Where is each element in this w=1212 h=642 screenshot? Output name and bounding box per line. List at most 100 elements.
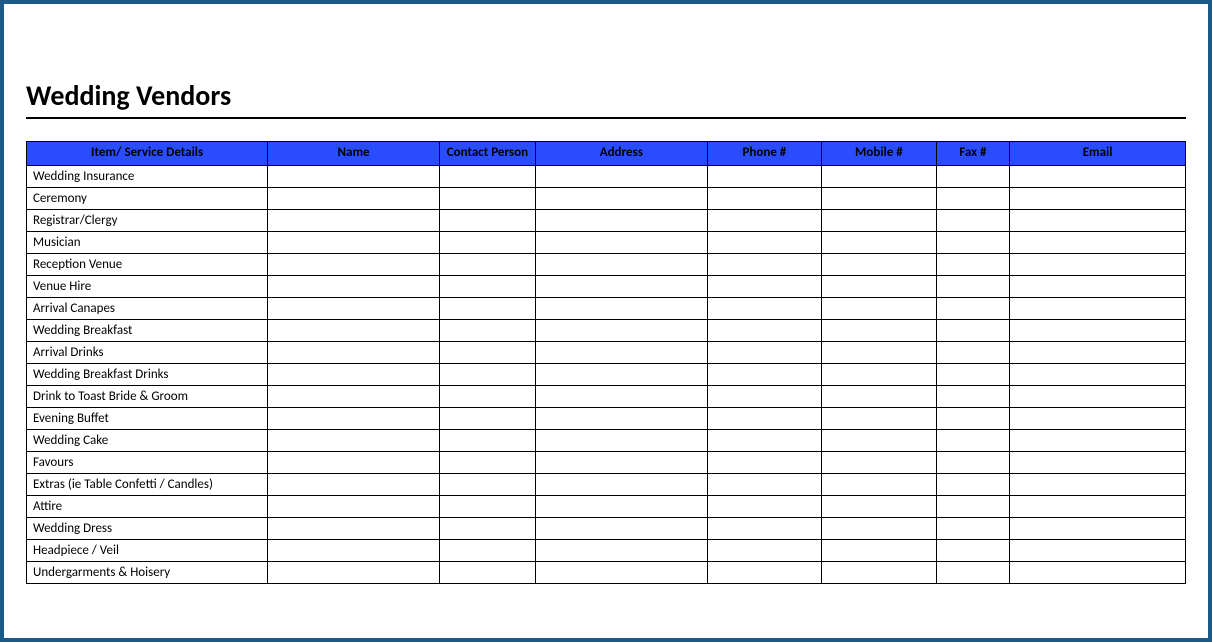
cell-item[interactable]: Registrar/Clergy [27,209,268,231]
cell-address[interactable] [535,253,707,275]
cell-email[interactable] [1010,341,1186,363]
cell-item[interactable]: Reception Venue [27,253,268,275]
cell-contact[interactable] [439,319,535,341]
cell-name[interactable] [268,209,440,231]
cell-item[interactable]: Wedding Breakfast [27,319,268,341]
cell-phone[interactable] [707,473,821,495]
cell-email[interactable] [1010,473,1186,495]
cell-mobile[interactable] [822,539,936,561]
cell-fax[interactable] [936,165,1010,187]
cell-fax[interactable] [936,253,1010,275]
cell-email[interactable] [1010,407,1186,429]
cell-fax[interactable] [936,451,1010,473]
cell-phone[interactable] [707,187,821,209]
cell-name[interactable] [268,341,440,363]
cell-fax[interactable] [936,231,1010,253]
cell-address[interactable] [535,495,707,517]
cell-email[interactable] [1010,539,1186,561]
cell-phone[interactable] [707,517,821,539]
cell-name[interactable] [268,407,440,429]
cell-address[interactable] [535,297,707,319]
cell-fax[interactable] [936,561,1010,583]
cell-fax[interactable] [936,297,1010,319]
cell-fax[interactable] [936,495,1010,517]
cell-address[interactable] [535,165,707,187]
cell-contact[interactable] [439,561,535,583]
cell-fax[interactable] [936,209,1010,231]
cell-name[interactable] [268,473,440,495]
cell-fax[interactable] [936,341,1010,363]
cell-address[interactable] [535,319,707,341]
cell-phone[interactable] [707,341,821,363]
cell-mobile[interactable] [822,253,936,275]
cell-mobile[interactable] [822,561,936,583]
cell-phone[interactable] [707,231,821,253]
cell-mobile[interactable] [822,495,936,517]
cell-fax[interactable] [936,473,1010,495]
cell-email[interactable] [1010,319,1186,341]
cell-address[interactable] [535,341,707,363]
cell-fax[interactable] [936,319,1010,341]
cell-address[interactable] [535,539,707,561]
cell-contact[interactable] [439,297,535,319]
cell-mobile[interactable] [822,451,936,473]
cell-contact[interactable] [439,517,535,539]
cell-mobile[interactable] [822,297,936,319]
cell-address[interactable] [535,363,707,385]
cell-phone[interactable] [707,297,821,319]
cell-phone[interactable] [707,165,821,187]
cell-fax[interactable] [936,187,1010,209]
cell-name[interactable] [268,231,440,253]
cell-address[interactable] [535,275,707,297]
cell-mobile[interactable] [822,165,936,187]
cell-fax[interactable] [936,539,1010,561]
cell-item[interactable]: Venue Hire [27,275,268,297]
cell-phone[interactable] [707,539,821,561]
cell-item[interactable]: Headpiece / Veil [27,539,268,561]
cell-fax[interactable] [936,517,1010,539]
cell-mobile[interactable] [822,275,936,297]
cell-email[interactable] [1010,451,1186,473]
cell-item[interactable]: Wedding Insurance [27,165,268,187]
cell-name[interactable] [268,275,440,297]
cell-item[interactable]: Favours [27,451,268,473]
cell-contact[interactable] [439,451,535,473]
cell-email[interactable] [1010,253,1186,275]
cell-phone[interactable] [707,209,821,231]
cell-mobile[interactable] [822,363,936,385]
cell-email[interactable] [1010,187,1186,209]
cell-name[interactable] [268,187,440,209]
cell-contact[interactable] [439,539,535,561]
cell-contact[interactable] [439,341,535,363]
cell-phone[interactable] [707,275,821,297]
cell-address[interactable] [535,517,707,539]
cell-name[interactable] [268,253,440,275]
cell-address[interactable] [535,231,707,253]
cell-email[interactable] [1010,363,1186,385]
cell-contact[interactable] [439,187,535,209]
cell-contact[interactable] [439,363,535,385]
cell-item[interactable]: Arrival Drinks [27,341,268,363]
cell-address[interactable] [535,385,707,407]
cell-contact[interactable] [439,407,535,429]
cell-phone[interactable] [707,253,821,275]
cell-email[interactable] [1010,517,1186,539]
cell-item[interactable]: Musician [27,231,268,253]
cell-mobile[interactable] [822,319,936,341]
cell-email[interactable] [1010,561,1186,583]
cell-email[interactable] [1010,231,1186,253]
cell-contact[interactable] [439,385,535,407]
cell-item[interactable]: Evening Buffet [27,407,268,429]
cell-item[interactable]: Arrival Canapes [27,297,268,319]
cell-email[interactable] [1010,385,1186,407]
cell-email[interactable] [1010,495,1186,517]
cell-item[interactable]: Undergarments & Hoisery [27,561,268,583]
cell-contact[interactable] [439,253,535,275]
cell-address[interactable] [535,561,707,583]
cell-contact[interactable] [439,495,535,517]
cell-address[interactable] [535,429,707,451]
cell-item[interactable]: Wedding Breakfast Drinks [27,363,268,385]
cell-phone[interactable] [707,385,821,407]
cell-phone[interactable] [707,561,821,583]
cell-fax[interactable] [936,385,1010,407]
